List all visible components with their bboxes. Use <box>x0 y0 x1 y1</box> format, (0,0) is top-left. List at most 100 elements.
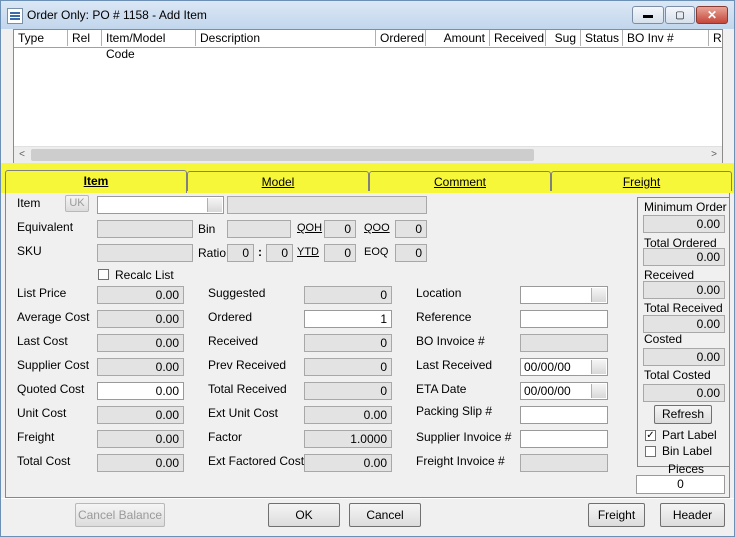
chevron-down-icon[interactable] <box>591 384 606 398</box>
col-ordered[interactable]: Ordered <box>376 30 426 46</box>
tab-freight[interactable]: Freight <box>551 171 732 191</box>
supplier-invoice-label: Supplier Invoice # <box>416 430 512 444</box>
maximize-button[interactable]: ▢ <box>665 6 695 24</box>
packing-slip-label: Packing Slip # <box>416 404 493 418</box>
eta-date-value: 00/00/00 <box>524 384 571 398</box>
factor-label: Factor <box>208 430 243 444</box>
total-cost-label: Total Cost <box>17 454 71 468</box>
bin-label-checkbox[interactable] <box>645 446 656 457</box>
grid-header: Type Rel Item/Model Code Description Ord… <box>14 30 722 61</box>
ytd-link[interactable]: YTD <box>297 246 319 258</box>
total-ordered-field: 0.00 <box>643 248 725 266</box>
pieces-input[interactable]: 0 <box>636 475 725 494</box>
refresh-button[interactable]: Refresh <box>654 405 712 424</box>
location-label: Location <box>416 286 462 300</box>
side-total-received-field: 0.00 <box>643 315 725 333</box>
chevron-down-icon[interactable] <box>591 288 606 302</box>
col-item-model-code[interactable]: Item/Model Code <box>102 30 196 61</box>
total-received-field: 0 <box>304 382 392 400</box>
col-type[interactable]: Type <box>14 30 68 46</box>
ratio-label: Ratio <box>198 246 227 260</box>
qoh-field: 0 <box>324 220 356 238</box>
ext-unit-cost-label: Ext Unit Cost <box>208 406 279 420</box>
app-icon <box>7 8 23 24</box>
col-description[interactable]: Description <box>196 30 376 46</box>
freight-invoice-label: Freight Invoice # <box>416 454 505 468</box>
total-cost-field: 0.00 <box>97 454 184 472</box>
ext-factored-cost-field: 0.00 <box>304 454 392 472</box>
received-label: Received <box>208 334 259 348</box>
scrollbar-thumb[interactable] <box>31 149 534 161</box>
close-button[interactable]: ✕ <box>696 6 728 24</box>
supplier-invoice-input[interactable] <box>520 430 608 448</box>
average-cost-label: Average Cost <box>17 310 90 324</box>
title-bar[interactable]: Order Only: PO # 1158 - Add Item ▬ ▢ ✕ <box>1 1 734 29</box>
pieces-label: Pieces <box>668 462 705 476</box>
qoh-link[interactable]: QOH <box>297 222 322 234</box>
item-label: Item <box>17 196 41 210</box>
average-cost-field: 0.00 <box>97 310 184 328</box>
col-status[interactable]: Status <box>581 30 623 46</box>
qoo-link[interactable]: QOO <box>364 222 390 234</box>
col-sug[interactable]: Sug <box>546 30 581 46</box>
quoted-cost-label: Quoted Cost <box>17 382 85 396</box>
col-bo-inv[interactable]: BO Inv # <box>623 30 709 46</box>
packing-slip-input[interactable] <box>520 406 608 424</box>
last-received-date[interactable]: 00/00/00 <box>520 358 608 376</box>
order-window: Order Only: PO # 1158 - Add Item ▬ ▢ ✕ T… <box>0 0 735 537</box>
cancel-balance-button[interactable]: Cancel Balance <box>75 503 165 527</box>
reference-input[interactable] <box>520 310 608 328</box>
minimize-button[interactable]: ▬ <box>632 6 664 24</box>
eta-date-input[interactable]: 00/00/00 <box>520 382 608 400</box>
bin-field <box>227 220 291 238</box>
item-input[interactable] <box>97 196 224 214</box>
freight-field: 0.00 <box>97 430 184 448</box>
list-price-field: 0.00 <box>97 286 184 304</box>
eta-date-label: ETA Date <box>416 382 467 396</box>
col-received[interactable]: Received <box>490 30 546 46</box>
list-price-label: List Price <box>17 286 67 300</box>
freight-button[interactable]: Freight <box>588 503 645 527</box>
location-select[interactable] <box>520 286 608 304</box>
uk-button[interactable]: UK <box>65 195 89 212</box>
tab-model[interactable]: Model <box>187 171 369 191</box>
ok-button[interactable]: OK <box>268 503 340 527</box>
costed-label: Costed <box>644 332 683 346</box>
total-costed-label: Total Costed <box>644 368 711 382</box>
recalc-list-label: Recalc List <box>115 268 174 282</box>
equivalent-field <box>97 220 193 238</box>
header-button[interactable]: Header <box>660 503 725 527</box>
supplier-cost-label: Supplier Cost <box>17 358 90 372</box>
items-grid[interactable]: Type Rel Item/Model Code Description Ord… <box>13 29 723 163</box>
cancel-button[interactable]: Cancel <box>349 503 421 527</box>
last-received-value: 00/00/00 <box>524 360 571 374</box>
part-label-checkbox[interactable]: ✓ <box>645 430 656 441</box>
side-received-field: 0.00 <box>643 281 725 299</box>
ordered-input[interactable]: 1 <box>304 310 392 328</box>
last-received-label: Last Received <box>416 358 493 372</box>
freight-invoice-field <box>520 454 608 472</box>
minimum-order-field: 0.00 <box>643 215 725 233</box>
tab-comment-label: Comment <box>433 175 486 189</box>
side-total-received-label: Total Received <box>644 301 723 315</box>
tab-item[interactable]: Item <box>5 170 187 193</box>
ratio-a-field: 0 <box>227 244 254 262</box>
ordered-label: Ordered <box>208 310 253 324</box>
bo-invoice-field <box>520 334 608 352</box>
prev-received-label: Prev Received <box>208 358 287 372</box>
chevron-down-icon[interactable] <box>591 360 606 374</box>
tab-comment[interactable]: Comment <box>369 171 551 191</box>
window-title: Order Only: PO # 1158 - Add Item <box>27 8 207 22</box>
col-amount[interactable]: Amount <box>426 30 490 46</box>
factor-field: 1.0000 <box>304 430 392 448</box>
col-r[interactable]: R <box>709 30 722 46</box>
quoted-cost-input[interactable]: 0.00 <box>97 382 184 400</box>
recalc-list-checkbox[interactable] <box>98 269 109 280</box>
received-field: 0 <box>304 334 392 352</box>
scroll-right-icon[interactable]: > <box>706 148 722 162</box>
scroll-left-icon[interactable]: < <box>14 148 30 162</box>
horizontal-scrollbar[interactable]: < > <box>14 146 722 163</box>
ext-unit-cost-field: 0.00 <box>304 406 392 424</box>
chevron-down-icon[interactable] <box>207 198 222 212</box>
col-rel[interactable]: Rel <box>68 30 102 46</box>
